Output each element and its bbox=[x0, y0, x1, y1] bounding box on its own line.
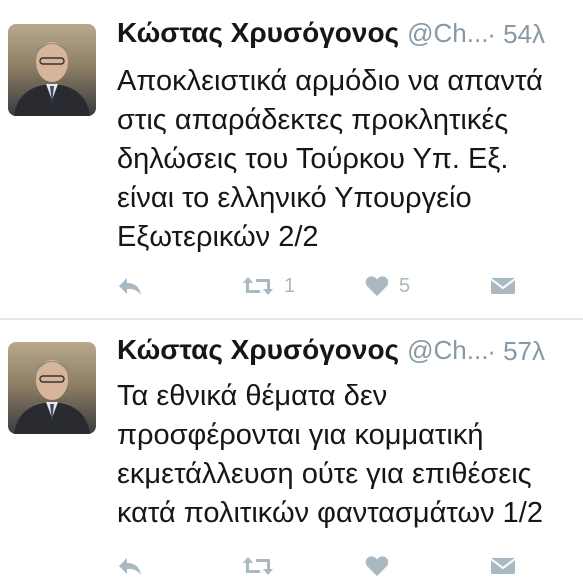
tweet-text: Τα εθνικά θέματα δεν προσφέρονται για κο… bbox=[117, 380, 543, 529]
author-handle[interactable]: @Ch... bbox=[407, 18, 488, 48]
heart-icon bbox=[365, 276, 389, 296]
reply-button[interactable] bbox=[117, 552, 143, 580]
tweet-time[interactable]: · 57λ bbox=[487, 336, 545, 367]
reply-button[interactable] bbox=[117, 272, 143, 300]
tweet-text: Αποκλειστικά αρμόδιο να απαντά στις απαρ… bbox=[117, 65, 543, 253]
reply-arrow-icon bbox=[119, 558, 141, 575]
tweet[interactable]: Κώστας Χρυσόγονος @Ch... · 57λ Τα εθνικά … bbox=[0, 320, 583, 576]
direct-message-button[interactable] bbox=[490, 272, 516, 300]
tweet-header: Κώστας Χρυσόγονος @Ch... · 57λ bbox=[117, 334, 575, 374]
retweet-button[interactable] bbox=[242, 552, 284, 580]
like-button[interactable]: 5 bbox=[365, 272, 410, 300]
reply-arrow-icon bbox=[119, 278, 141, 295]
like-count: 5 bbox=[399, 274, 411, 297]
direct-message-button[interactable] bbox=[490, 552, 516, 580]
avatar[interactable] bbox=[8, 342, 96, 434]
tweet-actions bbox=[117, 552, 575, 580]
retweet-button[interactable]: 1 bbox=[242, 272, 295, 300]
retweet-icon bbox=[243, 277, 273, 295]
avatar[interactable] bbox=[8, 24, 96, 116]
tweet[interactable]: Κώστας Χρυσόγονος @Ch... · 54λ Αποκλειστι… bbox=[0, 0, 583, 320]
heart-icon bbox=[365, 556, 389, 576]
author-name[interactable]: Κώστας Χρυσόγονος bbox=[117, 334, 399, 365]
tweet-header: Κώστας Χρυσόγονος @Ch... · 54λ bbox=[117, 17, 575, 57]
like-button[interactable] bbox=[365, 552, 399, 580]
retweet-icon bbox=[243, 557, 273, 575]
tweet-time[interactable]: · 54λ bbox=[487, 19, 545, 50]
tweet-actions: 1 5 bbox=[117, 272, 575, 300]
avatar-image bbox=[14, 42, 90, 116]
author-handle[interactable]: @Ch... bbox=[407, 335, 488, 365]
envelope-icon bbox=[490, 558, 516, 574]
author-name[interactable]: Κώστας Χρυσόγονος bbox=[117, 17, 399, 48]
envelope-icon bbox=[490, 278, 516, 294]
retweet-count: 1 bbox=[284, 274, 296, 297]
avatar-image bbox=[14, 360, 90, 434]
